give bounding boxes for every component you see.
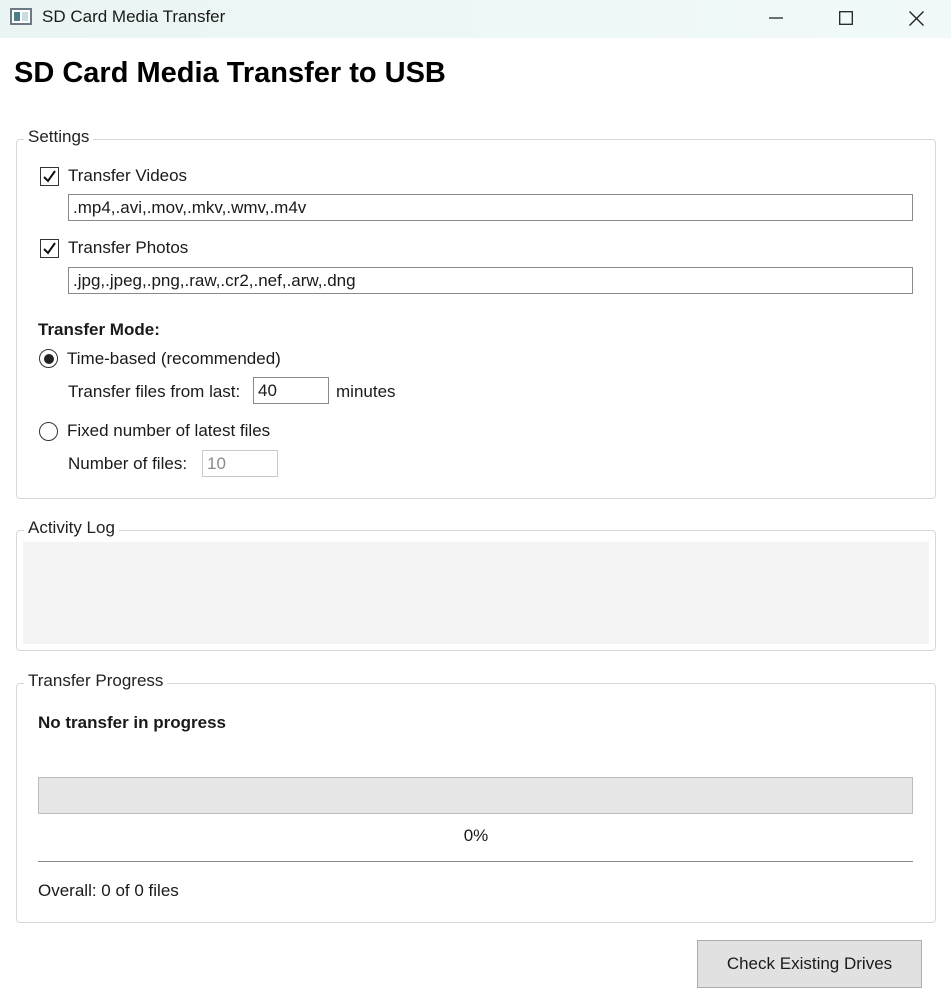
- page-title: SD Card Media Transfer to USB: [14, 57, 446, 89]
- transfer-status-text: No transfer in progress: [38, 713, 226, 732]
- radio-selected-dot: [43, 353, 54, 364]
- checkmark-icon: [43, 242, 56, 255]
- video-extensions-input[interactable]: .mp4,.avi,.mov,.mkv,.wmv,.m4v: [68, 194, 913, 221]
- number-of-files-input[interactable]: 10: [202, 450, 278, 477]
- photo-extensions-input[interactable]: .jpg,.jpeg,.png,.raw,.cr2,.nef,.arw,.dng: [68, 267, 913, 294]
- divider: [38, 861, 913, 862]
- minutes-prefix-label: Transfer files from last:: [68, 382, 241, 401]
- maximize-icon: [839, 11, 853, 25]
- settings-legend: Settings: [24, 127, 94, 147]
- overall-count-text: Overall: 0 of 0 files: [38, 881, 179, 900]
- minutes-suffix-label: minutes: [336, 382, 396, 401]
- minimize-icon: [769, 17, 783, 19]
- close-button[interactable]: [881, 0, 951, 36]
- progress-percent-text: 0%: [463, 826, 489, 845]
- transfer-photos-checkbox[interactable]: [40, 239, 59, 258]
- transfer-progress-group: Transfer Progress No transfer in progres…: [16, 671, 936, 923]
- number-of-files-label: Number of files:: [68, 454, 188, 473]
- transfer-mode-heading: Transfer Mode:: [38, 320, 160, 339]
- settings-group: Settings Transfer Videos .mp4,.avi,.mov,…: [16, 127, 936, 499]
- transfer-videos-label: Transfer Videos: [68, 166, 188, 185]
- app-window-icon: [10, 8, 32, 25]
- close-icon: [908, 10, 924, 26]
- minimize-button[interactable]: [741, 0, 811, 36]
- activity-log-textarea[interactable]: [23, 542, 929, 644]
- maximize-button[interactable]: [811, 0, 881, 36]
- activity-log-group: Activity Log: [16, 518, 936, 651]
- activity-log-legend: Activity Log: [24, 518, 119, 538]
- transfer-photos-label: Transfer Photos: [68, 238, 189, 257]
- transfer-progress-legend: Transfer Progress: [24, 671, 168, 691]
- progress-bar: [38, 777, 913, 814]
- minutes-input[interactable]: 40: [253, 377, 329, 404]
- transfer-videos-checkbox[interactable]: [40, 167, 59, 186]
- fixed-number-label: Fixed number of latest files: [67, 421, 271, 440]
- title-bar: SD Card Media Transfer: [0, 0, 951, 38]
- checkmark-icon: [43, 170, 56, 183]
- time-based-label: Time-based (recommended): [67, 349, 281, 368]
- fixed-number-radio[interactable]: [39, 422, 58, 441]
- time-based-radio[interactable]: [39, 349, 58, 368]
- check-existing-drives-button[interactable]: Check Existing Drives: [697, 940, 922, 988]
- window-title: SD Card Media Transfer: [42, 7, 226, 26]
